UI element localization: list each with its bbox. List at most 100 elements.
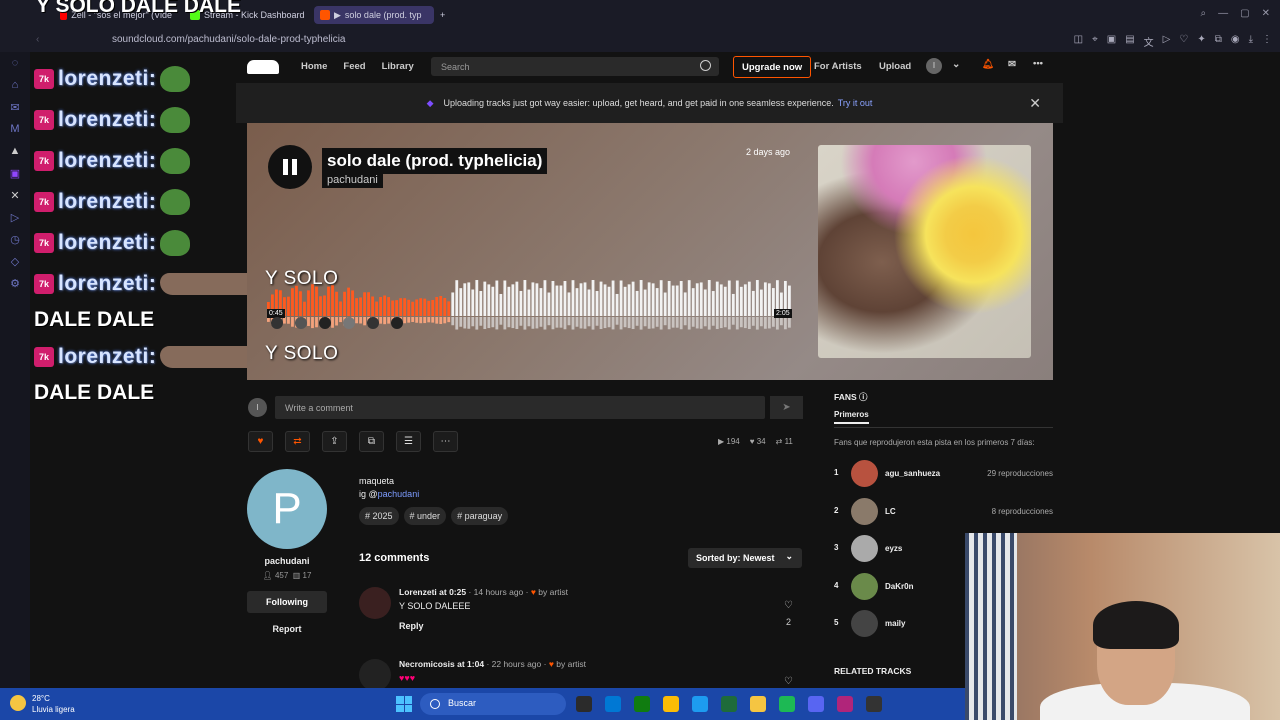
fan-name[interactable]: eyzs (885, 544, 902, 553)
soundcloud-logo-icon[interactable] (247, 59, 279, 74)
taskbar-app-icon[interactable] (663, 696, 679, 712)
following-button[interactable]: Following (247, 591, 327, 613)
banner-close-icon[interactable]: ✕ (1029, 95, 1041, 112)
maximize-icon[interactable]: ▢ (1240, 8, 1249, 19)
comment-like[interactable]: ♡ 2 (784, 600, 793, 627)
send-icon[interactable]: ➤ (770, 396, 803, 419)
nav-feed[interactable]: Feed (343, 61, 365, 72)
x-icon[interactable]: ✕ (0, 184, 30, 206)
repost-button[interactable]: ⇄ (285, 431, 310, 452)
share-button[interactable]: ⇪ (322, 431, 347, 452)
comment-input[interactable]: Write a comment (275, 396, 765, 419)
pin-icon[interactable]: ⌖ (1092, 34, 1098, 49)
play-icon[interactable]: ▷ (1163, 34, 1171, 49)
reply-button[interactable]: Reply (399, 621, 424, 631)
track-artist[interactable]: pachudani (322, 172, 383, 188)
url-field[interactable]: soundcloud.com/pachudani/solo-dale-prod-… (112, 34, 345, 45)
tag-chip[interactable]: # paraguay (451, 507, 509, 525)
uploader-name[interactable]: pachudani (247, 556, 327, 566)
heart-outline-icon[interactable]: ♡ (784, 600, 793, 611)
waveform[interactable] (267, 278, 792, 338)
extension-icon[interactable]: ✦ (1197, 34, 1205, 49)
upgrade-button[interactable]: Upgrade now (733, 56, 812, 78)
pause-button[interactable] (268, 145, 312, 189)
fan-avatar[interactable] (851, 572, 878, 600)
taskbar-app-icon[interactable] (605, 696, 621, 712)
taskbar-app-icon[interactable] (866, 696, 882, 712)
fan-item[interactable]: 1 agu_sanhueza 29 reproducciones (834, 460, 1053, 487)
nav-home[interactable]: Home (301, 61, 327, 72)
fan-avatar[interactable] (851, 497, 878, 525)
mail-icon[interactable]: M (0, 118, 30, 140)
twitch-icon[interactable]: ▣ (0, 162, 30, 184)
comment-avatar[interactable] (295, 317, 307, 329)
search-tabs-icon[interactable]: ⌕ (1201, 8, 1207, 19)
messenger-icon[interactable]: ✉ (0, 96, 30, 118)
tab-soundcloud[interactable]: ▶ solo dale (prod. typ (314, 6, 434, 24)
snapshot-icon[interactable]: ▣ (1107, 34, 1116, 49)
instagram-link[interactable]: pachudani (378, 489, 420, 499)
comment-avatar[interactable] (271, 317, 283, 329)
clock-icon[interactable]: ◷ (0, 228, 30, 250)
start-icon[interactable] (396, 696, 412, 712)
fan-item[interactable]: 2 LC 8 reproducciones (834, 497, 1053, 525)
fan-name[interactable]: maily (885, 619, 905, 628)
taskbar-app-icon[interactable] (837, 696, 853, 712)
more-button[interactable]: ⋯ (433, 431, 458, 452)
comment-avatar[interactable] (359, 659, 391, 688)
for-artists-link[interactable]: For Artists (814, 61, 862, 72)
info-icon[interactable]: ⓘ (859, 392, 868, 402)
taskbar-app-icon[interactable] (808, 696, 824, 712)
minimize-icon[interactable]: — (1218, 8, 1228, 19)
comment-avatar[interactable] (391, 317, 403, 329)
comment-avatar[interactable] (343, 317, 355, 329)
menu-icon[interactable]: ⋮ (1262, 34, 1272, 49)
like-button[interactable]: ♥ (248, 431, 273, 452)
comment-timestamp[interactable]: at 1:04 (457, 659, 484, 669)
chevron-down-icon[interactable]: ⌄ (952, 59, 960, 70)
comment-avatar[interactable] (367, 317, 379, 329)
report-button[interactable]: Report (247, 624, 327, 634)
weather-widget[interactable]: 28°C Lluvia ligera (10, 693, 75, 715)
add-to-playlist-button[interactable]: ☰ (396, 431, 421, 452)
more-icon[interactable]: ••• (1033, 58, 1043, 69)
tab-primeros[interactable]: Primeros (834, 410, 869, 424)
history-icon[interactable]: ⌂ (0, 74, 30, 96)
comment-avatar[interactable] (319, 317, 331, 329)
fan-avatar[interactable] (851, 460, 878, 487)
tag-chip[interactable]: # under (403, 507, 447, 525)
heart-icon[interactable]: ♡ (1179, 34, 1188, 49)
upload-link[interactable]: Upload (879, 61, 911, 72)
search-input[interactable]: Search (431, 57, 719, 76)
kick-sidebar-icon[interactable]: ▲ (0, 140, 30, 162)
banner-link[interactable]: Try it out (838, 98, 873, 108)
new-tab-button[interactable]: + (440, 6, 445, 24)
comment-avatar[interactable] (359, 587, 391, 619)
tag-chip[interactable]: # 2025 (359, 507, 399, 525)
bookmark-icon[interactable]: ◇ (0, 250, 30, 272)
notifications-icon[interactable]: 🔔︎ (982, 59, 994, 70)
comment-user[interactable]: Necromicosis (399, 659, 455, 669)
messages-icon[interactable]: ✉ (1008, 59, 1016, 70)
settings-icon[interactable]: ⚙ (0, 272, 30, 294)
heart-outline-icon[interactable]: ♡ (784, 676, 793, 687)
player-icon[interactable]: ▷ (0, 206, 30, 228)
comment-timestamp[interactable]: at 0:25 (439, 587, 466, 597)
taskbar-app-icon[interactable] (721, 696, 737, 712)
taskbar-app-icon[interactable] (750, 696, 766, 712)
fan-avatar[interactable] (851, 535, 878, 562)
split-view-icon[interactable]: ◫ (1074, 34, 1083, 49)
close-icon[interactable]: ✕ (1262, 8, 1270, 19)
fan-name[interactable]: DaKr0n (885, 582, 913, 591)
taskbar-app-icon[interactable] (779, 696, 795, 712)
back-icon[interactable]: ‹ (36, 34, 39, 45)
download-icon[interactable]: ⤓ (1249, 34, 1253, 49)
taskbar-app-icon[interactable] (576, 696, 592, 712)
home-icon[interactable]: ◌ (0, 52, 30, 74)
taskbar-app-icon[interactable] (692, 696, 708, 712)
fan-avatar[interactable] (851, 610, 878, 637)
reader-icon[interactable]: ▤ (1125, 34, 1134, 49)
puzzle-icon[interactable]: ⧉ (1215, 34, 1222, 49)
profile-icon[interactable]: ◉ (1231, 34, 1240, 49)
comment-user[interactable]: Lorenzeti (399, 587, 437, 597)
